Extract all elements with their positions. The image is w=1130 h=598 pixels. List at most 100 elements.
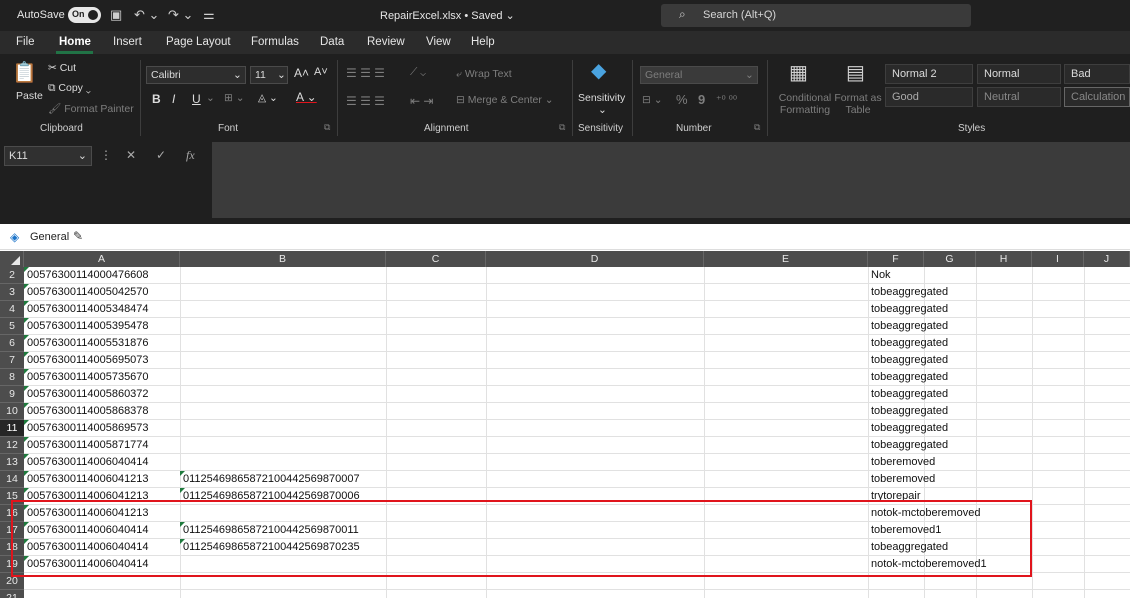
font-size-dropdown[interactable]: 11 ⌄ xyxy=(250,66,288,84)
cell-b[interactable]: 01125469865872100442569870006 xyxy=(180,488,386,505)
column-header-f[interactable]: F xyxy=(868,251,924,267)
cell-a[interactable]: 00576300114005042570 xyxy=(24,284,180,301)
row-header[interactable]: 6 xyxy=(0,335,24,352)
cell-f[interactable]: tobeaggregated xyxy=(868,352,1028,369)
tab-formulas[interactable]: Formulas xyxy=(251,36,299,48)
cell-b[interactable] xyxy=(180,267,386,284)
cell-a[interactable]: 00576300114005695073 xyxy=(24,352,180,369)
row-header[interactable]: 11 xyxy=(0,420,24,437)
cell-b[interactable] xyxy=(180,556,386,573)
cell-f[interactable]: notok-mctoberemoved1 xyxy=(868,556,1028,573)
cell-b[interactable] xyxy=(180,386,386,403)
cell-f[interactable]: tobeaggregated xyxy=(868,403,1028,420)
chevron-down-icon[interactable]: ⌄ xyxy=(206,92,215,104)
cell-b[interactable]: 0112546986587210044256987000​7 xyxy=(180,471,386,488)
tab-view[interactable]: View xyxy=(426,36,451,48)
dialog-launcher-icon[interactable]: ⧉ xyxy=(754,122,760,133)
row-header[interactable]: 2 xyxy=(0,267,24,284)
grow-font-icon[interactable]: A˄ xyxy=(294,66,309,80)
cell-f[interactable]: tobeaggregated xyxy=(868,318,1028,335)
row-header[interactable]: 3 xyxy=(0,284,24,301)
underline-button[interactable]: U xyxy=(192,92,201,106)
column-header-c[interactable]: C xyxy=(386,251,486,267)
percent-button[interactable]: % xyxy=(676,92,688,107)
insert-function-icon[interactable]: fx xyxy=(186,148,195,163)
cell-a[interactable] xyxy=(24,590,180,598)
sensitivity-button[interactable]: Sensitivity xyxy=(578,92,625,104)
column-header-j[interactable]: J xyxy=(1084,251,1130,267)
column-header-a[interactable]: A xyxy=(24,251,180,267)
cell-f[interactable]: toberemoved xyxy=(868,471,1028,488)
cell-f[interactable]: trytorepair xyxy=(868,488,1028,505)
name-box[interactable]: K11 ⌄ xyxy=(4,146,92,166)
row-header[interactable]: 12 xyxy=(0,437,24,454)
cell-a[interactable]: 00576300114000476608 xyxy=(24,267,180,284)
enter-icon[interactable]: ✓ xyxy=(156,148,166,162)
row-header[interactable]: 9 xyxy=(0,386,24,403)
dialog-launcher-icon[interactable]: ⧉ xyxy=(324,122,330,133)
cut-button[interactable]: ✂ Cut xyxy=(48,62,76,74)
cell-a[interactable]: 00576300114005348474 xyxy=(24,301,180,318)
conditional-formatting-icon[interactable]: ▦ xyxy=(789,60,808,85)
redo-icon[interactable]: ↷ ⌄ xyxy=(168,7,193,23)
row-header[interactable]: 16 xyxy=(0,505,24,522)
cell-a[interactable]: 00576300114005735670 xyxy=(24,369,180,386)
format-as-table-button[interactable]: Format as Table xyxy=(834,92,882,116)
shrink-font-icon[interactable]: A˅ xyxy=(314,66,328,78)
cell-b[interactable] xyxy=(180,573,386,590)
row-header[interactable]: 20 xyxy=(0,573,24,590)
tab-insert[interactable]: Insert xyxy=(113,36,142,48)
row-header[interactable]: 19 xyxy=(0,556,24,573)
tab-help[interactable]: Help xyxy=(471,36,495,48)
orientation-icon[interactable]: ⟋ ⌄ xyxy=(410,66,426,79)
autosave-toggle[interactable]: On xyxy=(68,7,101,23)
tab-file[interactable]: File xyxy=(16,36,35,48)
bold-button[interactable]: B xyxy=(152,92,161,106)
formula-input[interactable] xyxy=(212,142,1130,218)
format-painter-button[interactable]: 🖌 Format Painter xyxy=(48,102,134,115)
align-top-icon[interactable]: ☰ ☰ ☰ xyxy=(346,66,385,80)
cell-f[interactable]: Nok xyxy=(868,267,1028,284)
cell-f[interactable]: notok-mctoberemoved xyxy=(868,505,1028,522)
wrap-text-button[interactable]: ⤶ Wrap Text xyxy=(456,68,512,81)
tab-data[interactable]: Data xyxy=(320,36,344,48)
italic-button[interactable]: I xyxy=(172,92,175,106)
cell-a[interactable]: 00576300114005869573 xyxy=(24,420,180,437)
sensitivity-icon[interactable]: ◆ xyxy=(591,58,606,83)
cell-b[interactable] xyxy=(180,352,386,369)
cell-b[interactable] xyxy=(180,454,386,471)
cell-b[interactable] xyxy=(180,301,386,318)
cell-f[interactable]: tobeaggregated xyxy=(868,386,1028,403)
style-normal-2[interactable]: Normal 2 xyxy=(885,64,973,84)
select-all-corner[interactable] xyxy=(0,251,24,267)
column-header-i[interactable]: I xyxy=(1032,251,1084,267)
style-calculation[interactable]: Calculation xyxy=(1064,87,1130,107)
cell-b[interactable] xyxy=(180,335,386,352)
column-header-h[interactable]: H xyxy=(976,251,1032,267)
comma-button[interactable]: 9 xyxy=(698,92,705,107)
tab-home[interactable]: Home xyxy=(59,36,91,48)
font-color-icon[interactable]: A ⌄ xyxy=(296,90,317,104)
cell-b[interactable] xyxy=(180,437,386,454)
number-format-dropdown[interactable]: General ⌄ xyxy=(640,66,758,84)
cell-a[interactable]: 00576300114006041213 xyxy=(24,505,180,522)
paste-icon[interactable]: 📋 xyxy=(12,60,37,85)
cell-b[interactable]: 01125469865872100442569870011 xyxy=(180,522,386,539)
cell-a[interactable]: 00576300114006040414 xyxy=(24,556,180,573)
cell-a[interactable]: 00576300114005531876 xyxy=(24,335,180,352)
cell-f[interactable]: tobeaggregated xyxy=(868,301,1028,318)
cell-f[interactable]: tobeaggregated xyxy=(868,284,1028,301)
conditional-formatting-button[interactable]: Conditional Formatting xyxy=(775,92,835,116)
cell-a[interactable]: 00576300114006040414 xyxy=(24,522,180,539)
cell-f[interactable]: tobeaggregated xyxy=(868,437,1028,454)
row-header[interactable]: 21 xyxy=(0,590,24,598)
row-header[interactable]: 4 xyxy=(0,301,24,318)
cell-f[interactable]: toberemoved xyxy=(868,454,1028,471)
format-as-table-icon[interactable]: ▤ xyxy=(846,60,865,85)
decimal-icon[interactable]: ⁺⁰ ⁰⁰ xyxy=(716,94,737,106)
column-header-e[interactable]: E xyxy=(704,251,868,267)
cell-a[interactable]: 00576300114005860372 xyxy=(24,386,180,403)
cell-a[interactable]: 00576300114005395478 xyxy=(24,318,180,335)
cell-a[interactable]: 00576300114006041213 xyxy=(24,471,180,488)
cell-a[interactable]: 00576300114005868378 xyxy=(24,403,180,420)
